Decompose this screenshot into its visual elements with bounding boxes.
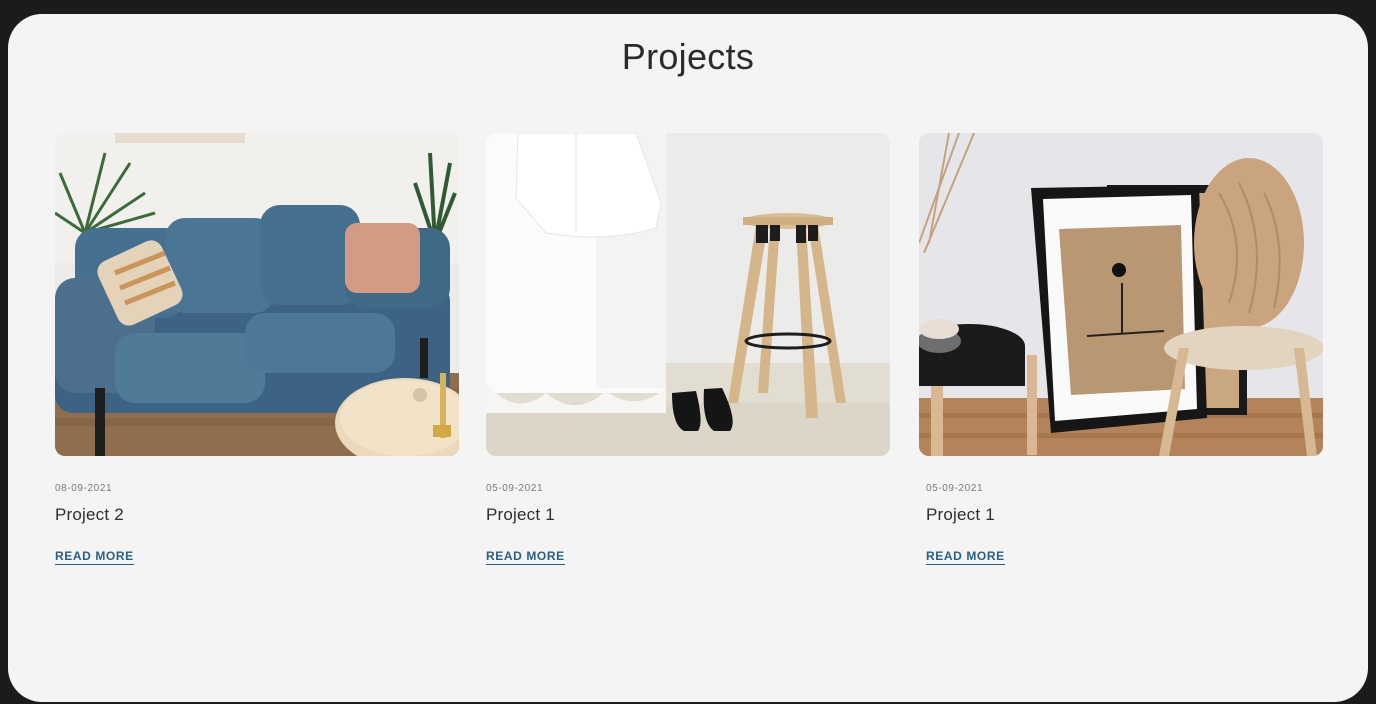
project-date: 08-09-2021 <box>55 483 113 494</box>
project-card: 05-09-2021 Project 1 READ MORE <box>486 133 890 565</box>
page-title: Projects <box>621 36 755 77</box>
project-image-framed-art[interactable] <box>919 133 1323 456</box>
read-more-link[interactable]: READ MORE <box>926 549 1005 565</box>
project-title[interactable]: Project 1 <box>486 505 555 525</box>
project-date: 05-09-2021 <box>486 483 544 494</box>
project-card: 05-09-2021 Project 1 READ MORE <box>919 133 1323 565</box>
project-title[interactable]: Project 2 <box>55 505 124 525</box>
projects-section: Projects 08-09-2021 Project 2 READ MORE … <box>8 14 1368 702</box>
project-date: 05-09-2021 <box>926 483 984 494</box>
project-image-stool[interactable] <box>486 133 890 456</box>
project-image-living-room[interactable] <box>55 133 459 456</box>
project-title[interactable]: Project 1 <box>926 505 995 525</box>
project-card: 08-09-2021 Project 2 READ MORE <box>55 133 459 565</box>
read-more-link[interactable]: READ MORE <box>55 549 134 565</box>
read-more-link[interactable]: READ MORE <box>486 549 565 565</box>
